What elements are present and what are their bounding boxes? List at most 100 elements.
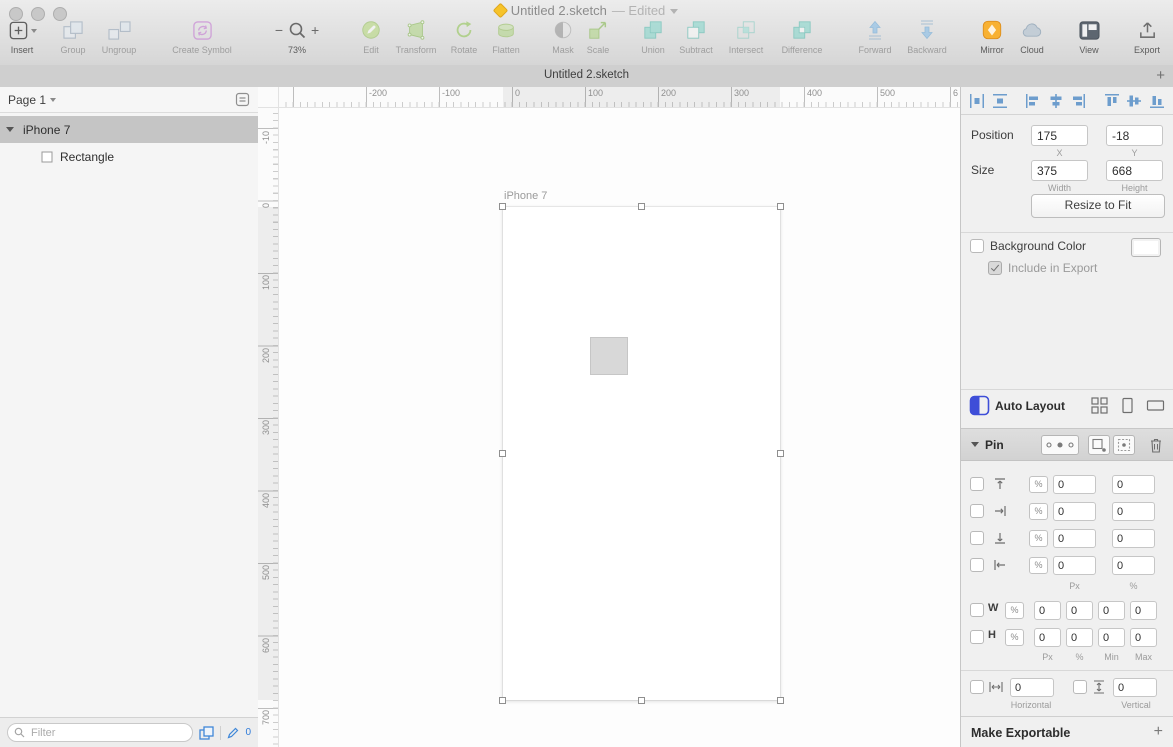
- grid-layout-icon[interactable]: [1091, 397, 1108, 414]
- export-button[interactable]: Export: [1111, 16, 1173, 55]
- filter-input[interactable]: [29, 725, 187, 740]
- width-pct-input[interactable]: [1066, 601, 1093, 620]
- align-right-icon[interactable]: [1067, 91, 1090, 111]
- resize-handle-w[interactable]: [499, 450, 506, 457]
- page-selector[interactable]: Page 1: [0, 87, 258, 113]
- pin-right-checkbox[interactable]: [970, 504, 984, 518]
- position-y-input[interactable]: [1106, 125, 1163, 146]
- title-caret-icon[interactable]: [670, 9, 679, 14]
- pin-left-percent-toggle[interactable]: %: [1029, 557, 1048, 574]
- height-pct-input[interactable]: [1066, 628, 1093, 647]
- align-center-horizontal-icon[interactable]: [1045, 91, 1068, 111]
- export-icon: [1111, 16, 1173, 44]
- artboard-title[interactable]: iPhone 7: [504, 190, 547, 202]
- artboard[interactable]: [499, 203, 784, 704]
- pin-top-checkbox[interactable]: [970, 477, 984, 491]
- add-export-button[interactable]: +: [1154, 723, 1163, 741]
- layer-item-rectangle[interactable]: Rectangle: [0, 143, 258, 170]
- resize-handle-e[interactable]: [777, 450, 784, 457]
- pin-left-pct-input[interactable]: [1112, 556, 1155, 575]
- zoom-level: 73%: [287, 45, 306, 55]
- zoom-in-button[interactable]: +: [308, 22, 322, 38]
- include-in-export-checkbox[interactable]: [988, 261, 1002, 275]
- horizontal-spacing-label: Horizontal: [1010, 700, 1052, 710]
- resize-handle-sw[interactable]: [499, 697, 506, 704]
- document-tab[interactable]: Untitled 2.sketch: [544, 69, 629, 81]
- pin-corner-button[interactable]: [1088, 435, 1110, 455]
- horizontal-ruler[interactable]: -200 -100 0 100 200 300 400 500 6: [278, 87, 960, 108]
- pin-right-pct-input[interactable]: [1112, 502, 1155, 521]
- create-symbol-button[interactable]: Create Symbol: [160, 16, 244, 55]
- vertical-spacing-label: Vertical: [1121, 700, 1151, 710]
- new-tab-button[interactable]: +: [1156, 65, 1165, 86]
- pencil-icon[interactable]: [227, 727, 239, 739]
- portrait-layout-icon[interactable]: [1119, 397, 1136, 414]
- pin-left-px-input[interactable]: [1053, 556, 1096, 575]
- align-middle-vertical-icon[interactable]: [1123, 91, 1146, 111]
- horizontal-spacing-input[interactable]: [1010, 678, 1054, 697]
- pin-disclosure-icon[interactable]: [971, 442, 979, 447]
- resize-to-fit-button[interactable]: Resize to Fit: [1031, 194, 1165, 218]
- trash-icon[interactable]: [1149, 437, 1163, 454]
- width-input[interactable]: [1031, 160, 1088, 181]
- zoom-out-button[interactable]: −: [272, 22, 286, 38]
- width-percent-toggle[interactable]: %: [1005, 602, 1024, 619]
- pin-section-header[interactable]: Pin: [961, 428, 1173, 461]
- horizontal-spacing-checkbox[interactable]: [970, 680, 984, 694]
- pin-anchor-selector-button[interactable]: [1041, 435, 1079, 455]
- align-top-icon[interactable]: [1101, 91, 1124, 111]
- pin-top-percent-toggle[interactable]: %: [1029, 476, 1048, 493]
- height-percent-toggle[interactable]: %: [1005, 629, 1024, 646]
- height-input[interactable]: [1106, 160, 1163, 181]
- canvas[interactable]: -200 -100 0 100 200 300 400 500 6 -10 0 …: [258, 87, 960, 747]
- landscape-layout-icon[interactable]: [1146, 397, 1165, 414]
- backward-button[interactable]: Backward: [891, 16, 963, 55]
- pin-right-icon: [992, 503, 1008, 519]
- distribute-vertically-icon[interactable]: [989, 91, 1012, 111]
- vertical-ruler[interactable]: -10 0 100 200 300 400 500 600 700: [258, 107, 279, 747]
- rectangle-shape[interactable]: [590, 337, 628, 375]
- pin-bottom-percent-toggle[interactable]: %: [1029, 530, 1048, 547]
- pin-top-pct-input[interactable]: [1112, 475, 1155, 494]
- height-px-input[interactable]: [1034, 628, 1061, 647]
- difference-button[interactable]: Difference: [766, 16, 838, 55]
- pin-top-px-input[interactable]: [1053, 475, 1096, 494]
- position-x-input[interactable]: [1031, 125, 1088, 146]
- height-constraint-checkbox[interactable]: [970, 630, 984, 644]
- align-bottom-icon[interactable]: [1146, 91, 1169, 111]
- filter-field[interactable]: [7, 723, 194, 742]
- background-color-swatch[interactable]: [1131, 238, 1161, 257]
- pages-panel-icon[interactable]: [199, 725, 215, 740]
- disclosure-triangle-icon[interactable]: [6, 127, 14, 132]
- pin-left-checkbox[interactable]: [970, 558, 984, 572]
- pin-bottom-checkbox[interactable]: [970, 531, 984, 545]
- inspector-panel: Position X Y Size Width Height Resize to…: [960, 87, 1173, 747]
- resize-handle-se[interactable]: [777, 697, 784, 704]
- pin-bottom-px-input[interactable]: [1053, 529, 1096, 548]
- resize-handle-nw[interactable]: [499, 203, 506, 210]
- vertical-spacing-checkbox[interactable]: [1073, 680, 1087, 694]
- background-color-checkbox[interactable]: [970, 239, 984, 253]
- pin-right-percent-toggle[interactable]: %: [1029, 503, 1048, 520]
- width-constraint-checkbox[interactable]: [970, 603, 984, 617]
- page-list-icon[interactable]: [235, 92, 250, 107]
- vertical-spacing-input[interactable]: [1113, 678, 1157, 697]
- pin-center-button[interactable]: [1113, 435, 1135, 455]
- width-px-input[interactable]: [1034, 601, 1061, 620]
- resize-handle-s[interactable]: [638, 697, 645, 704]
- pin-bottom-pct-input[interactable]: [1112, 529, 1155, 548]
- position-label: Position: [971, 128, 1014, 142]
- pin-right-px-input[interactable]: [1053, 502, 1096, 521]
- ungroup-button[interactable]: Ungroup: [83, 16, 155, 55]
- layer-item-artboard[interactable]: iPhone 7: [0, 116, 258, 143]
- vertical-spacing-icon: [1091, 679, 1107, 695]
- distribute-horizontally-icon[interactable]: [966, 91, 989, 111]
- resize-handle-n[interactable]: [638, 203, 645, 210]
- layer-name: Rectangle: [60, 149, 115, 164]
- align-left-icon[interactable]: [1022, 91, 1045, 111]
- height-min-input[interactable]: [1098, 628, 1125, 647]
- resize-handle-ne[interactable]: [777, 203, 784, 210]
- height-max-input[interactable]: [1130, 628, 1157, 647]
- width-min-input[interactable]: [1098, 601, 1125, 620]
- width-max-input[interactable]: [1130, 601, 1157, 620]
